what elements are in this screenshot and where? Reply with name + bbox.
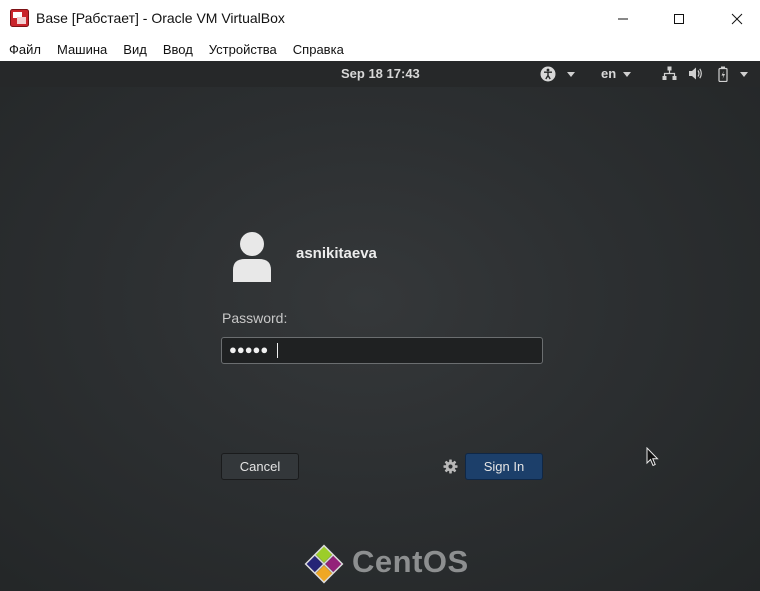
menu-view[interactable]: Вид: [123, 42, 147, 57]
text-cursor: [277, 343, 278, 358]
language-dropdown-caret[interactable]: [623, 72, 631, 77]
cancel-button[interactable]: Cancel: [221, 453, 299, 480]
close-button[interactable]: [714, 0, 760, 37]
mouse-pointer-icon: [646, 447, 659, 467]
menu-file[interactable]: Файл: [9, 42, 41, 57]
password-label: Password:: [222, 310, 288, 326]
centos-logo-text: CentOS: [352, 544, 469, 579]
user-avatar-icon[interactable]: [230, 230, 274, 282]
menu-machine[interactable]: Машина: [57, 42, 107, 57]
battery-icon[interactable]: [718, 66, 728, 82]
gnome-topbar: Sep 18 17:43 en: [0, 61, 760, 87]
menu-help[interactable]: Справка: [293, 42, 344, 57]
language-indicator[interactable]: en: [601, 66, 616, 81]
cancel-button-label: Cancel: [239, 459, 281, 474]
password-masked-value: ●●●●●: [229, 342, 269, 357]
vm-screen[interactable]: Sep 18 17:43 en asnikitaeva Password: ●●…: [0, 61, 760, 591]
gear-icon[interactable]: [443, 459, 458, 474]
accessibility-icon[interactable]: [540, 66, 556, 82]
maximize-icon: [674, 13, 684, 24]
clock[interactable]: Sep 18 17:43: [341, 66, 420, 81]
menu-devices[interactable]: Устройства: [209, 42, 277, 57]
volume-icon[interactable]: [688, 66, 703, 81]
username-label[interactable]: asnikitaeva: [296, 245, 377, 262]
minimize-icon: [618, 18, 628, 19]
power-menu-caret[interactable]: [740, 72, 748, 77]
centos-logo-icon: [304, 544, 344, 584]
close-icon: [731, 13, 743, 24]
window-title: Base [Рабстает] - Oracle VM VirtualBox: [36, 10, 285, 26]
sign-in-button-label: Sign In: [483, 459, 525, 474]
password-input[interactable]: ●●●●●: [221, 337, 543, 364]
accessibility-dropdown-caret[interactable]: [567, 72, 575, 77]
sign-in-button[interactable]: Sign In: [465, 453, 543, 480]
maximize-button[interactable]: [656, 0, 702, 37]
minimize-button[interactable]: [600, 0, 646, 37]
network-icon[interactable]: [662, 66, 677, 81]
virtualbox-app-icon[interactable]: [10, 9, 29, 27]
window-titlebar: Base [Рабстает] - Oracle VM VirtualBox: [0, 0, 760, 37]
menu-input[interactable]: Ввод: [163, 42, 193, 57]
menubar: Файл Машина Вид Ввод Устройства Справка: [0, 37, 760, 61]
